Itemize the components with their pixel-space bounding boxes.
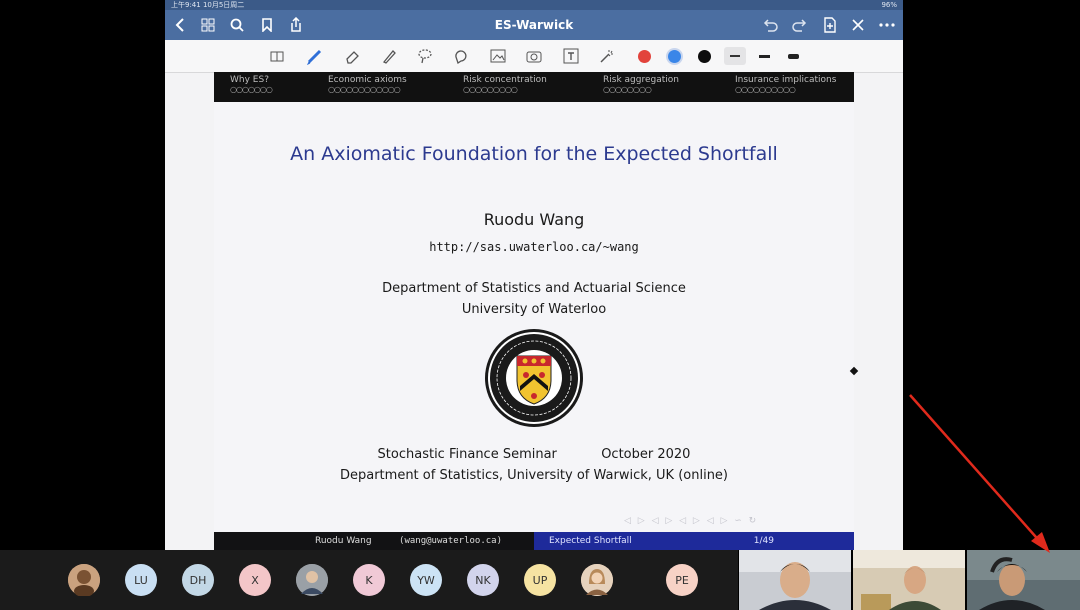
shared-screen: 上午9:41 10月5日周二 96% ES-Warwick Why ES? ○○… bbox=[165, 0, 903, 550]
more-icon[interactable] bbox=[877, 15, 897, 35]
slide-section-nav: Why ES? ○○○○○○○ Economic axioms ○○○○○○○○… bbox=[214, 72, 854, 102]
undo-icon[interactable] bbox=[760, 15, 780, 35]
participant-avatar[interactable]: DH bbox=[182, 564, 214, 596]
footer-author: Ruodu Wang bbox=[315, 536, 372, 546]
slide-nav-item[interactable]: Insurance implications ○○○○○○○○○○ bbox=[735, 75, 836, 94]
eraser-icon[interactable] bbox=[342, 47, 362, 65]
color-swatch-blue[interactable] bbox=[664, 47, 684, 65]
bookmark-icon[interactable] bbox=[257, 15, 277, 35]
footer-left: Ruodu Wang (wang@uwaterloo.ca) bbox=[214, 532, 534, 550]
swatch-red-dot bbox=[637, 49, 651, 63]
slide-seminar: Stochastic Finance Seminar bbox=[377, 447, 557, 462]
add-page-icon[interactable] bbox=[820, 15, 840, 35]
video-thumbnail[interactable] bbox=[739, 550, 851, 610]
redo-icon[interactable] bbox=[790, 15, 810, 35]
participant-avatar[interactable]: NK bbox=[467, 564, 499, 596]
footer-page: 1/49 bbox=[753, 536, 774, 546]
participant-avatar[interactable]: LU bbox=[125, 564, 157, 596]
participant-avatar[interactable] bbox=[68, 564, 100, 596]
section-progress: ○○○○○○○○○ bbox=[463, 85, 518, 94]
slide-footer: Ruodu Wang (wang@uwaterloo.ca) Expected … bbox=[214, 532, 854, 550]
stroke-thin[interactable] bbox=[724, 47, 746, 65]
participant-avatar[interactable]: YW bbox=[410, 564, 442, 596]
slide-author: Ruodu Wang bbox=[483, 210, 585, 229]
slide-title: An Axiomatic Foundation for the Expected… bbox=[290, 143, 778, 165]
camera-icon[interactable] bbox=[524, 47, 544, 65]
participant-avatar[interactable]: K bbox=[353, 564, 385, 596]
presentation-slide: Why ES? ○○○○○○○ Economic axioms ○○○○○○○○… bbox=[214, 72, 854, 550]
thumbnails-icon[interactable] bbox=[198, 15, 218, 35]
search-icon[interactable] bbox=[227, 15, 247, 35]
section-label: Why ES? bbox=[230, 75, 269, 85]
section-label: Risk aggregation bbox=[603, 75, 679, 85]
slide-nav-item[interactable]: Risk aggregation ○○○○○○○○ bbox=[603, 75, 679, 94]
participant-avatar[interactable]: PE bbox=[666, 564, 698, 596]
slide-nav-item[interactable]: Why ES? ○○○○○○○ bbox=[230, 75, 273, 94]
read-mode-icon[interactable] bbox=[267, 47, 287, 65]
pen-icon[interactable] bbox=[305, 47, 325, 65]
status-battery: 96% bbox=[881, 1, 897, 9]
slide-event: Department of Statistics, University of … bbox=[339, 468, 728, 483]
slide-seminar-line: Stochastic Finance Seminar October 2020 bbox=[214, 447, 854, 462]
section-progress: ○○○○○○○○ bbox=[603, 85, 652, 94]
stroke-medium[interactable] bbox=[754, 47, 774, 65]
slide-nav-item[interactable]: Risk concentration ○○○○○○○○○ bbox=[463, 75, 547, 94]
footer-title: Expected Shortfall bbox=[549, 536, 632, 546]
slide-university: University of Waterloo bbox=[461, 302, 607, 317]
share-icon[interactable] bbox=[286, 15, 306, 35]
participant-avatar[interactable]: X bbox=[239, 564, 271, 596]
slide-nav-item[interactable]: Economic axioms ○○○○○○○○○○○○ bbox=[328, 75, 407, 94]
annotation-toolbar bbox=[165, 40, 903, 73]
app-navbar: ES-Warwick bbox=[165, 10, 903, 40]
footer-email: (wang@uwaterloo.ca) bbox=[399, 536, 502, 546]
shapes-icon[interactable] bbox=[451, 47, 471, 65]
footer-right: Expected Shortfall 1/49 bbox=[534, 532, 854, 550]
highlighter-icon[interactable] bbox=[379, 47, 399, 65]
laser-pointer-icon[interactable] bbox=[597, 47, 617, 65]
image-icon[interactable] bbox=[488, 47, 508, 65]
section-label: Insurance implications bbox=[735, 75, 837, 85]
swatch-black-dot bbox=[697, 49, 711, 63]
section-label: Risk concentration bbox=[463, 75, 547, 85]
university-seal-logo bbox=[484, 328, 584, 432]
video-thumbnail[interactable] bbox=[967, 550, 1080, 610]
lasso-icon[interactable] bbox=[415, 47, 435, 65]
section-progress: ○○○○○○○○○○ bbox=[735, 85, 796, 94]
close-icon[interactable] bbox=[848, 15, 868, 35]
swatch-blue-dot bbox=[667, 49, 681, 63]
beamer-navigation-symbols[interactable]: ◁ ▷ ◁ ▷ ◁ ▷ ◁ ▷ ∽ ↻ bbox=[624, 516, 758, 526]
section-label: Economic axioms bbox=[328, 75, 407, 85]
text-icon[interactable] bbox=[561, 47, 581, 65]
section-progress: ○○○○○○○ bbox=[230, 85, 273, 94]
color-swatch-black[interactable] bbox=[694, 47, 714, 65]
status-bar: 上午9:41 10月5日周二 96% bbox=[165, 0, 903, 10]
status-time: 上午9:41 10月5日周二 bbox=[171, 1, 245, 9]
stroke-thick[interactable] bbox=[783, 47, 803, 65]
back-icon[interactable] bbox=[170, 15, 190, 35]
section-progress: ○○○○○○○○○○○○ bbox=[328, 85, 401, 94]
participant-avatar[interactable] bbox=[296, 564, 328, 596]
participant-avatar[interactable] bbox=[581, 564, 613, 596]
slide-url: http://sas.uwaterloo.ca/~wang bbox=[429, 240, 639, 254]
slide-department: Department of Statistics and Actuarial S… bbox=[382, 281, 686, 296]
participant-avatar[interactable]: UP bbox=[524, 564, 556, 596]
color-swatch-red[interactable] bbox=[634, 47, 654, 65]
slide-date: October 2020 bbox=[601, 447, 691, 462]
video-thumbnail[interactable] bbox=[853, 550, 965, 610]
